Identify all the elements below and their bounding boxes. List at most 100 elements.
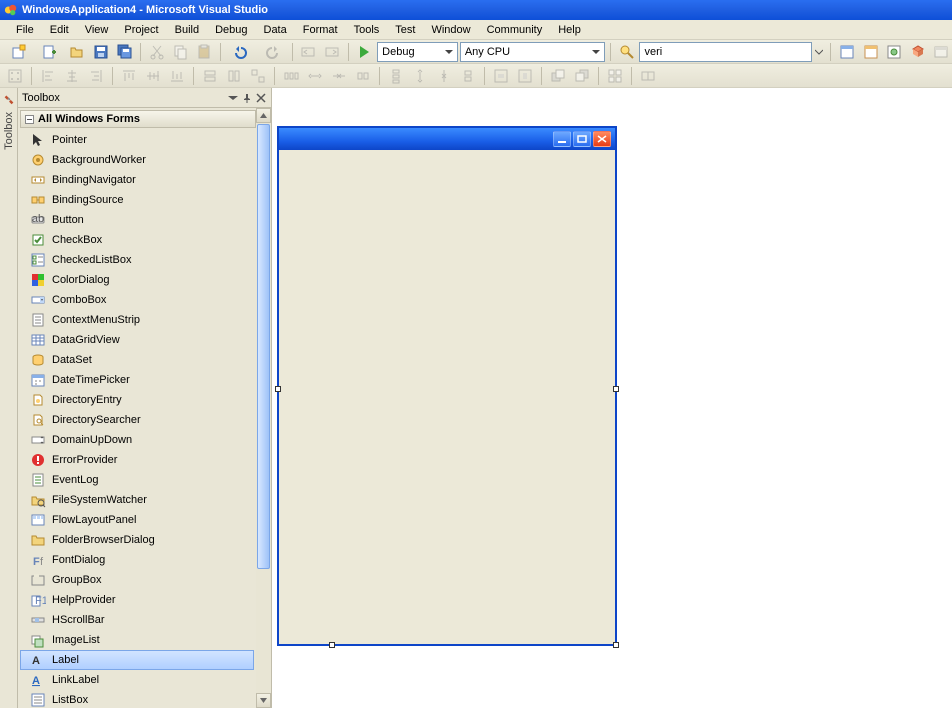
menu-file[interactable]: File (8, 22, 42, 38)
toolbox-item-linklabel[interactable]: ALinkLabel (20, 670, 254, 690)
toolbox-item-label[interactable]: ALabel (20, 650, 254, 670)
toolbox-item-listbox[interactable]: ListBox (20, 690, 254, 708)
toolbox-item-groupbox[interactable]: GroupBox (20, 570, 254, 590)
merge-cells-button[interactable] (637, 66, 659, 86)
toolbox-item-helpprovider[interactable]: F1HelpProvider (20, 590, 254, 610)
toolbox-item-eventlog[interactable]: EventLog (20, 470, 254, 490)
toolbox-item-datetimepicker[interactable]: DateTimePicker (20, 370, 254, 390)
align-center-button[interactable] (61, 66, 83, 86)
toolbox-item-contextmenustrip[interactable]: ContextMenuStrip (20, 310, 254, 330)
scroll-up-button[interactable] (256, 108, 271, 123)
resize-handle[interactable] (613, 386, 619, 392)
nav-back-button[interactable] (298, 42, 320, 62)
menu-format[interactable]: Format (295, 22, 346, 38)
toolbox-item-flowlayoutpanel[interactable]: FlowLayoutPanel (20, 510, 254, 530)
scroll-down-button[interactable] (256, 693, 271, 708)
toolbox-item-imagelist[interactable]: ImageList (20, 630, 254, 650)
hspace-remove-button[interactable] (352, 66, 374, 86)
align-top-button[interactable] (118, 66, 140, 86)
toolbox-item-dataset[interactable]: DataSet (20, 350, 254, 370)
minimize-icon[interactable] (553, 131, 571, 147)
menu-view[interactable]: View (77, 22, 117, 38)
platform-combo[interactable]: Any CPU (460, 42, 605, 62)
toolbox-item-fontdialog[interactable]: FfFontDialog (20, 550, 254, 570)
paste-button[interactable] (193, 42, 215, 62)
toolbox-item-directorysearcher[interactable]: DirectorySearcher (20, 410, 254, 430)
vspace-dec-button[interactable] (433, 66, 455, 86)
menu-help[interactable]: Help (550, 22, 589, 38)
new-project-button[interactable] (4, 42, 33, 62)
hspace-dec-button[interactable] (328, 66, 350, 86)
menu-window[interactable]: Window (423, 22, 478, 38)
toolbox-item-checkedlistbox[interactable]: CheckedListBox (20, 250, 254, 270)
toolbox-category-header[interactable]: All Windows Forms (20, 110, 256, 128)
toolbox-item-pointer[interactable]: Pointer (20, 130, 254, 150)
toolbox-window-button[interactable] (907, 42, 929, 62)
start-page-button[interactable] (930, 42, 952, 62)
menu-debug[interactable]: Debug (207, 22, 255, 38)
resize-handle[interactable] (613, 642, 619, 648)
menu-edit[interactable]: Edit (42, 22, 77, 38)
vspace-equal-button[interactable] (385, 66, 407, 86)
pin-icon[interactable] (241, 92, 253, 104)
hspace-inc-button[interactable] (304, 66, 326, 86)
undo-button[interactable] (226, 42, 255, 62)
panel-menu-icon[interactable] (227, 92, 239, 104)
form1-window[interactable] (277, 126, 617, 646)
toolbox-side-tab[interactable]: Toolbox (0, 88, 18, 708)
align-middle-button[interactable] (142, 66, 164, 86)
same-width-button[interactable] (199, 66, 221, 86)
toolbox-item-colordialog[interactable]: ColorDialog (20, 270, 254, 290)
toolbox-item-checkbox[interactable]: CheckBox (20, 230, 254, 250)
toolbox-item-backgroundworker[interactable]: BackgroundWorker (20, 150, 254, 170)
form-designer[interactable] (272, 88, 952, 708)
menu-data[interactable]: Data (256, 22, 295, 38)
send-back-button[interactable] (571, 66, 593, 86)
cut-button[interactable] (146, 42, 168, 62)
hspace-equal-button[interactable] (280, 66, 302, 86)
menu-test[interactable]: Test (387, 22, 423, 38)
form-close-icon[interactable] (593, 131, 611, 147)
vspace-inc-button[interactable] (409, 66, 431, 86)
resize-handle[interactable] (329, 642, 335, 648)
quick-find-input[interactable] (639, 42, 811, 62)
align-right-button[interactable] (85, 66, 107, 86)
toolbox-item-button[interactable]: abButton (20, 210, 254, 230)
save-button[interactable] (90, 42, 112, 62)
vspace-remove-button[interactable] (457, 66, 479, 86)
menu-tools[interactable]: Tools (346, 22, 388, 38)
toolbox-item-bindingnavigator[interactable]: BindingNavigator (20, 170, 254, 190)
redo-button[interactable] (257, 42, 286, 62)
align-bottom-button[interactable] (166, 66, 188, 86)
bring-front-button[interactable] (547, 66, 569, 86)
toolbox-item-datagridview[interactable]: DataGridView (20, 330, 254, 350)
toolbox-item-combobox[interactable]: ComboBox (20, 290, 254, 310)
object-browser-button[interactable] (883, 42, 905, 62)
toolbox-scrollbar[interactable] (256, 108, 271, 708)
find-symbol-button[interactable] (616, 42, 638, 62)
toolbox-item-bindingsource[interactable]: BindingSource (20, 190, 254, 210)
align-grid-button[interactable] (4, 66, 26, 86)
menu-community[interactable]: Community (479, 22, 551, 38)
toolbox-item-directoryentry[interactable]: DirectoryEntry (20, 390, 254, 410)
close-icon[interactable] (255, 92, 267, 104)
start-debug-button[interactable] (354, 42, 376, 62)
tab-order-button[interactable] (604, 66, 626, 86)
solution-explorer-button[interactable] (836, 42, 858, 62)
toolbox-item-folderbrowserdialog[interactable]: FolderBrowserDialog (20, 530, 254, 550)
align-left-button[interactable] (37, 66, 59, 86)
center-vertical-button[interactable] (514, 66, 536, 86)
toolbox-item-filesystemwatcher[interactable]: FileSystemWatcher (20, 490, 254, 510)
toolbox-item-domainupdown[interactable]: DomainUpDown (20, 430, 254, 450)
config-combo[interactable]: Debug (377, 42, 458, 62)
maximize-icon[interactable] (573, 131, 591, 147)
toolbox-item-errorprovider[interactable]: ErrorProvider (20, 450, 254, 470)
menu-build[interactable]: Build (167, 22, 207, 38)
save-all-button[interactable] (114, 42, 136, 62)
copy-button[interactable] (170, 42, 192, 62)
resize-handle[interactable] (275, 386, 281, 392)
open-button[interactable] (67, 42, 89, 62)
menu-project[interactable]: Project (116, 22, 166, 38)
center-horizontal-button[interactable] (490, 66, 512, 86)
same-size-button[interactable] (247, 66, 269, 86)
